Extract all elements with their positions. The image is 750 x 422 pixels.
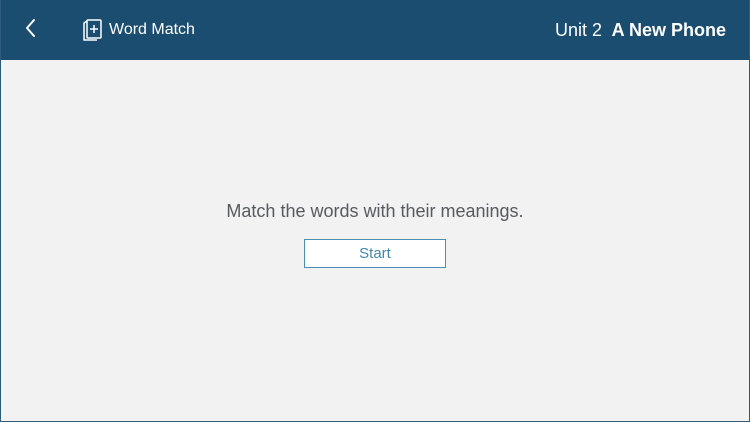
back-button[interactable] bbox=[15, 14, 47, 46]
instruction-text: Match the words with their meanings. bbox=[226, 201, 524, 221]
flashcard-plus-icon bbox=[80, 17, 104, 43]
start-button[interactable]: Start bbox=[304, 239, 446, 268]
activity-content: Match the words with their meanings. Sta… bbox=[1, 60, 749, 421]
unit-label: Unit 2 bbox=[554, 20, 602, 40]
word-match-screen: Word Match Unit 2 A New Phone Match the … bbox=[0, 0, 750, 422]
lesson-title: A New Phone bbox=[611, 20, 726, 40]
chevron-left-icon bbox=[24, 18, 38, 43]
activity-heading: Word Match bbox=[80, 16, 195, 44]
activity-title: Word Match bbox=[109, 21, 195, 38]
header-bar: Word Match Unit 2 A New Phone bbox=[1, 0, 749, 60]
